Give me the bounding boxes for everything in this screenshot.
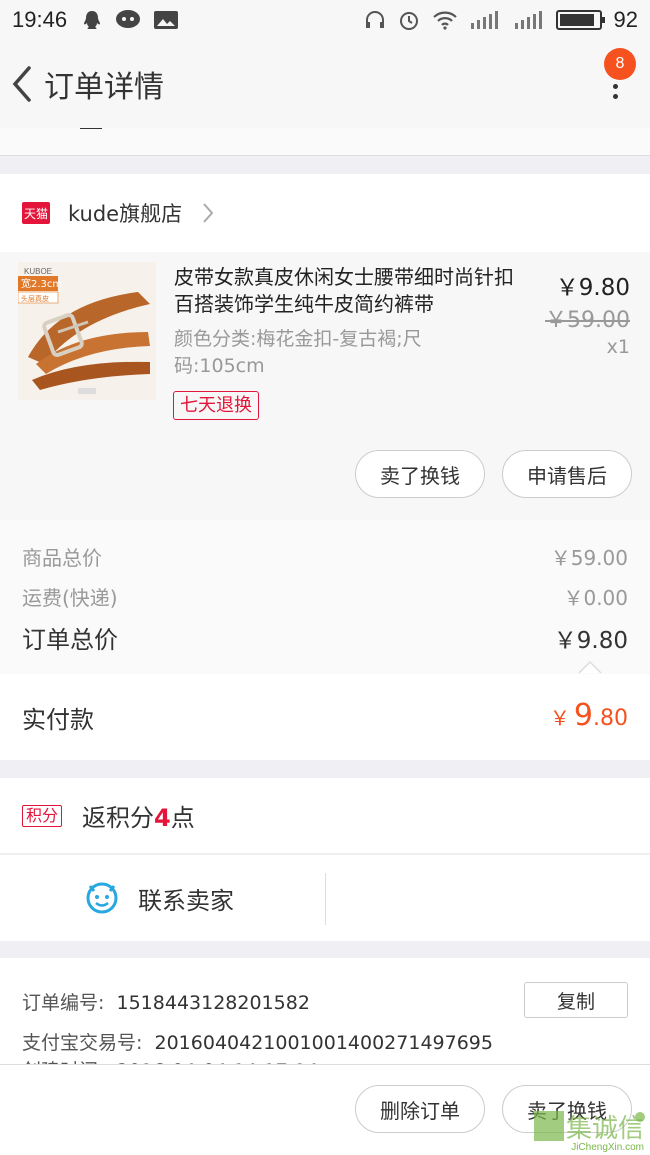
product-spec: 颜色分类:梅花金扣-复古褐;尺码:105cm bbox=[174, 328, 422, 377]
back-button[interactable] bbox=[0, 40, 44, 128]
divider bbox=[325, 873, 326, 925]
bottom-action-bar: 删除订单 卖了换钱 集诚信 JiChengXin.com bbox=[0, 1064, 650, 1155]
alipay-number-line: 支付宝交易号: 2016040421001001400271497695 bbox=[22, 1028, 493, 1055]
after-sale-button[interactable]: 申请售后 bbox=[502, 450, 632, 498]
status-time: 19:46 bbox=[12, 7, 68, 32]
chat-icon bbox=[116, 10, 141, 28]
more-dot bbox=[612, 93, 618, 99]
battery-level bbox=[559, 14, 595, 26]
alarm-icon bbox=[399, 12, 418, 30]
cut-off-text bbox=[80, 128, 102, 129]
watermark-chars: 集诚信 bbox=[566, 1114, 644, 1144]
page-title: 订单详情 bbox=[44, 70, 164, 105]
alipay-number-value: 2016040421001001400271497695 bbox=[154, 1032, 493, 1054]
order-number-value: 1518443128201582 bbox=[116, 992, 310, 1014]
product-item[interactable]: KUBOE 宽2.3cm 头层真皮 皮带女款真皮休闲女士腰带细时尚针扣百搭装饰学… bbox=[0, 252, 650, 520]
order-number-label: 订单编号: bbox=[22, 992, 105, 1014]
signal-icon bbox=[470, 11, 498, 29]
image-message-icon bbox=[154, 11, 179, 29]
chat-bubble-icon bbox=[86, 882, 118, 914]
delete-order-button[interactable]: 删除订单 bbox=[355, 1085, 485, 1133]
store-row[interactable]: 天猫 kude旗舰店 bbox=[0, 174, 650, 252]
image-label-2: 头层真皮 bbox=[21, 294, 49, 303]
nav-bar: 订单详情 8 bbox=[0, 40, 650, 128]
product-image[interactable]: KUBOE 宽2.3cm 头层真皮 bbox=[18, 262, 156, 400]
headset-icon bbox=[365, 11, 384, 28]
shipping-row: 运费(快递) ￥0.00 bbox=[22, 582, 628, 611]
scrolled-content-edge bbox=[0, 128, 650, 156]
actual-payment-amount: ￥ 9.80 bbox=[550, 698, 628, 733]
copy-button[interactable]: 复制 bbox=[524, 982, 628, 1018]
tmall-icon: 天猫 bbox=[22, 202, 50, 224]
price-summary: 商品总价 ￥59.00 运费(快递) ￥0.00 订单总价 ￥9.80 bbox=[0, 520, 650, 674]
wifi-icon bbox=[432, 11, 457, 30]
order-number-line: 订单编号: 1518443128201582 bbox=[22, 988, 310, 1015]
points-tag: 积分 bbox=[22, 804, 63, 827]
shipping-value: ￥0.00 bbox=[563, 586, 628, 610]
more-dot bbox=[612, 83, 618, 89]
contact-seller-label: 联系卖家 bbox=[138, 886, 234, 915]
qq-icon bbox=[84, 11, 101, 29]
watermark: 集诚信 JiChengXin.com bbox=[532, 1105, 650, 1155]
actual-payment-label: 实付款 bbox=[22, 706, 94, 734]
battery-icon bbox=[555, 10, 605, 30]
goods-total-row: 商品总价 ￥59.00 bbox=[22, 542, 628, 571]
battery-percent: 92 bbox=[613, 7, 638, 32]
alipay-number-label: 支付宝交易号: bbox=[22, 1032, 143, 1054]
points-prefix: 返积分 bbox=[82, 804, 155, 832]
status-right: 92 bbox=[364, 7, 638, 33]
seven-day-return-tag: 七天退换 bbox=[173, 391, 259, 420]
signal-4g-icon bbox=[514, 11, 542, 29]
chevron-right-icon bbox=[203, 203, 214, 223]
caret-up-icon bbox=[578, 660, 602, 674]
back-arrow-icon bbox=[12, 66, 31, 102]
order-total-label: 订单总价 bbox=[22, 626, 118, 654]
watermark-text: JiChengXin.com bbox=[571, 1142, 644, 1153]
image-label-1: 宽2.3cm bbox=[21, 277, 62, 290]
battery-tip bbox=[601, 17, 605, 23]
points-row: 积分 返积分4点 bbox=[0, 778, 650, 854]
store-name: kude旗舰店 bbox=[68, 202, 183, 226]
belt-illustration: KUBOE 宽2.3cm 头层真皮 bbox=[18, 262, 156, 400]
points-number: 4 bbox=[154, 804, 171, 832]
amount-integer: 9 bbox=[573, 698, 593, 733]
order-info: 订单编号: 1518443128201582 支付宝交易号: 201604042… bbox=[0, 958, 650, 1068]
image-brand-text: KUBOE bbox=[24, 267, 52, 276]
message-badge: 8 bbox=[604, 48, 636, 80]
status-bar: 19:46 92 bbox=[0, 0, 650, 40]
product-title[interactable]: 皮带女款真皮休闲女士腰带细时尚针扣百搭装饰学生纯牛皮简约裤带 bbox=[174, 264, 524, 318]
currency-symbol: ￥ bbox=[549, 706, 570, 730]
contact-seller-button[interactable]: 联系卖家 bbox=[84, 875, 234, 921]
order-total-value: ￥9.80 bbox=[553, 627, 628, 654]
product-original-price: ￥59.00 bbox=[545, 308, 630, 333]
amount-decimal: .80 bbox=[593, 706, 628, 731]
points-suffix: 点 bbox=[170, 804, 195, 832]
sell-for-cash-button[interactable]: 卖了换钱 bbox=[355, 450, 485, 498]
notification-icons bbox=[81, 9, 179, 31]
shipping-label: 运费(快递) bbox=[22, 586, 118, 610]
goods-total-label: 商品总价 bbox=[22, 546, 102, 570]
product-quantity: x1 bbox=[606, 336, 630, 358]
order-total-row: 订单总价 ￥9.80 bbox=[22, 620, 628, 655]
actual-payment: 实付款 ￥ 9.80 bbox=[0, 674, 650, 760]
product-price: ￥9.80 bbox=[555, 275, 630, 301]
points-text: 返积分4点 bbox=[82, 798, 195, 833]
contact-row: 联系卖家 bbox=[0, 855, 650, 941]
goods-total-value: ￥59.00 bbox=[550, 546, 628, 570]
